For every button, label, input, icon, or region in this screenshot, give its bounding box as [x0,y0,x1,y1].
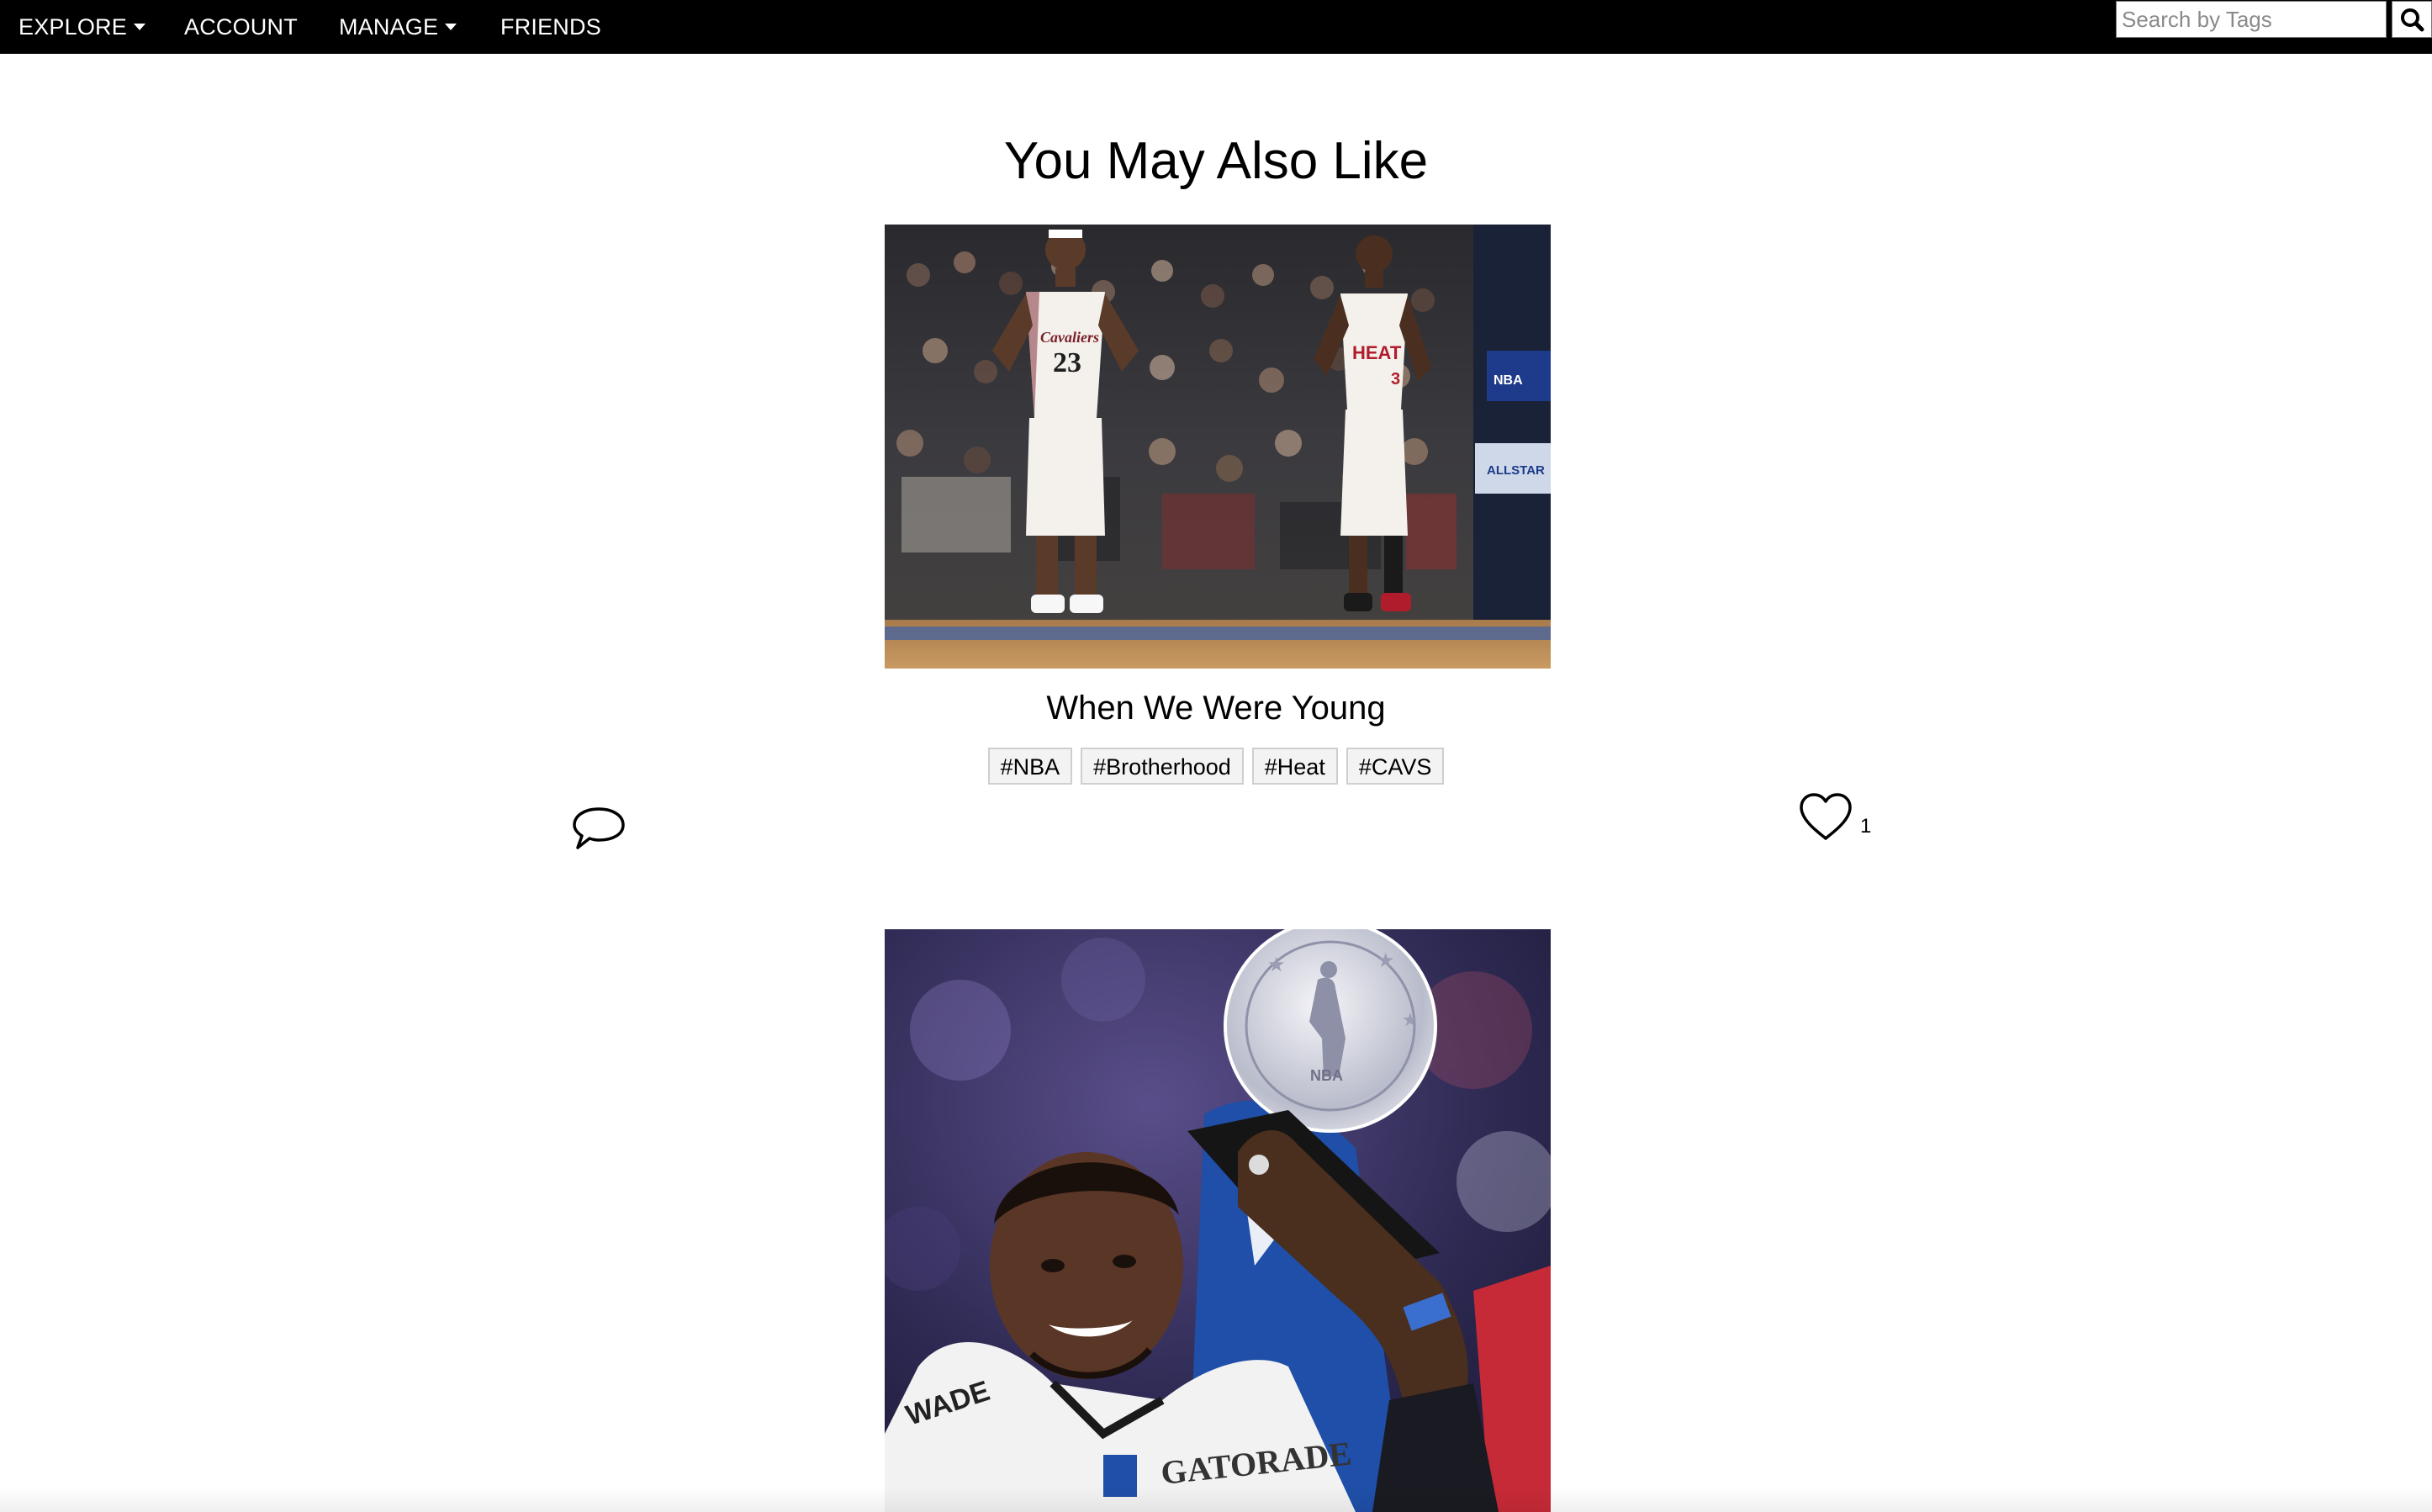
post-1-image[interactable]: NBA ALLSTAR Cavaliers 23 HEAT 3 [885,225,1551,669]
caret-down-icon [445,23,457,30]
speech-bubble-icon [573,807,625,849]
tag-chip[interactable]: #Brotherhood [1081,748,1244,785]
svg-text:3: 3 [1391,370,1400,389]
nav-explore-label: EXPLORE [19,14,127,40]
tag-chip[interactable]: #CAVS [1346,748,1445,785]
top-navbar: EXPLORE ACCOUNT MANAGE FRIENDS [0,0,2432,54]
svg-text:Cavaliers: Cavaliers [1040,329,1099,346]
scroll-shadow [0,1487,2432,1512]
nav-friends-label: FRIENDS [500,14,601,40]
page-title: You May Also Like [1003,132,1429,190]
post-1-title: When We Were Young [1046,690,1386,727]
svg-text:23: 23 [1053,347,1081,378]
comment-button[interactable] [571,804,627,857]
mvp-trophy-photo: NBA ★ ★ ★ MOST VALUABLE PLAYER ALL-STAR … [885,929,1551,1512]
basketball-players-photo: NBA ALLSTAR Cavaliers 23 HEAT 3 [885,225,1551,669]
svg-text:★: ★ [1402,1009,1419,1030]
svg-text:NBA: NBA [1310,1067,1343,1084]
tag-chip[interactable]: #NBA [987,748,1073,785]
nav-manage-label: MANAGE [339,14,439,40]
nav-account[interactable]: ACCOUNT [184,0,298,54]
nav-manage[interactable]: MANAGE [339,0,457,54]
like-button[interactable] [1798,791,1853,846]
post-2-image[interactable]: NBA ★ ★ ★ MOST VALUABLE PLAYER ALL-STAR … [885,929,1551,1512]
nav-friends[interactable]: FRIENDS [500,0,601,54]
post-1-tags: #NBA #Brotherhood #Heat #CAVS [0,748,2432,785]
svg-text:NBA: NBA [1494,373,1523,388]
nav-account-label: ACCOUNT [184,14,298,40]
tag-chip[interactable]: #Heat [1251,748,1338,785]
svg-text:ALLSTAR: ALLSTAR [1487,463,1545,478]
search-button[interactable] [2392,1,2432,38]
caret-down-icon [133,23,145,30]
search-icon [2401,8,2424,32]
svg-text:★: ★ [1377,949,1395,972]
search-input[interactable] [2116,1,2387,38]
svg-text:★: ★ [1267,954,1286,976]
svg-text:HEAT: HEAT [1352,342,1402,363]
heart-icon [1800,793,1852,840]
nav-explore[interactable]: EXPLORE [19,0,145,54]
like-count: 1 [1860,815,1872,838]
